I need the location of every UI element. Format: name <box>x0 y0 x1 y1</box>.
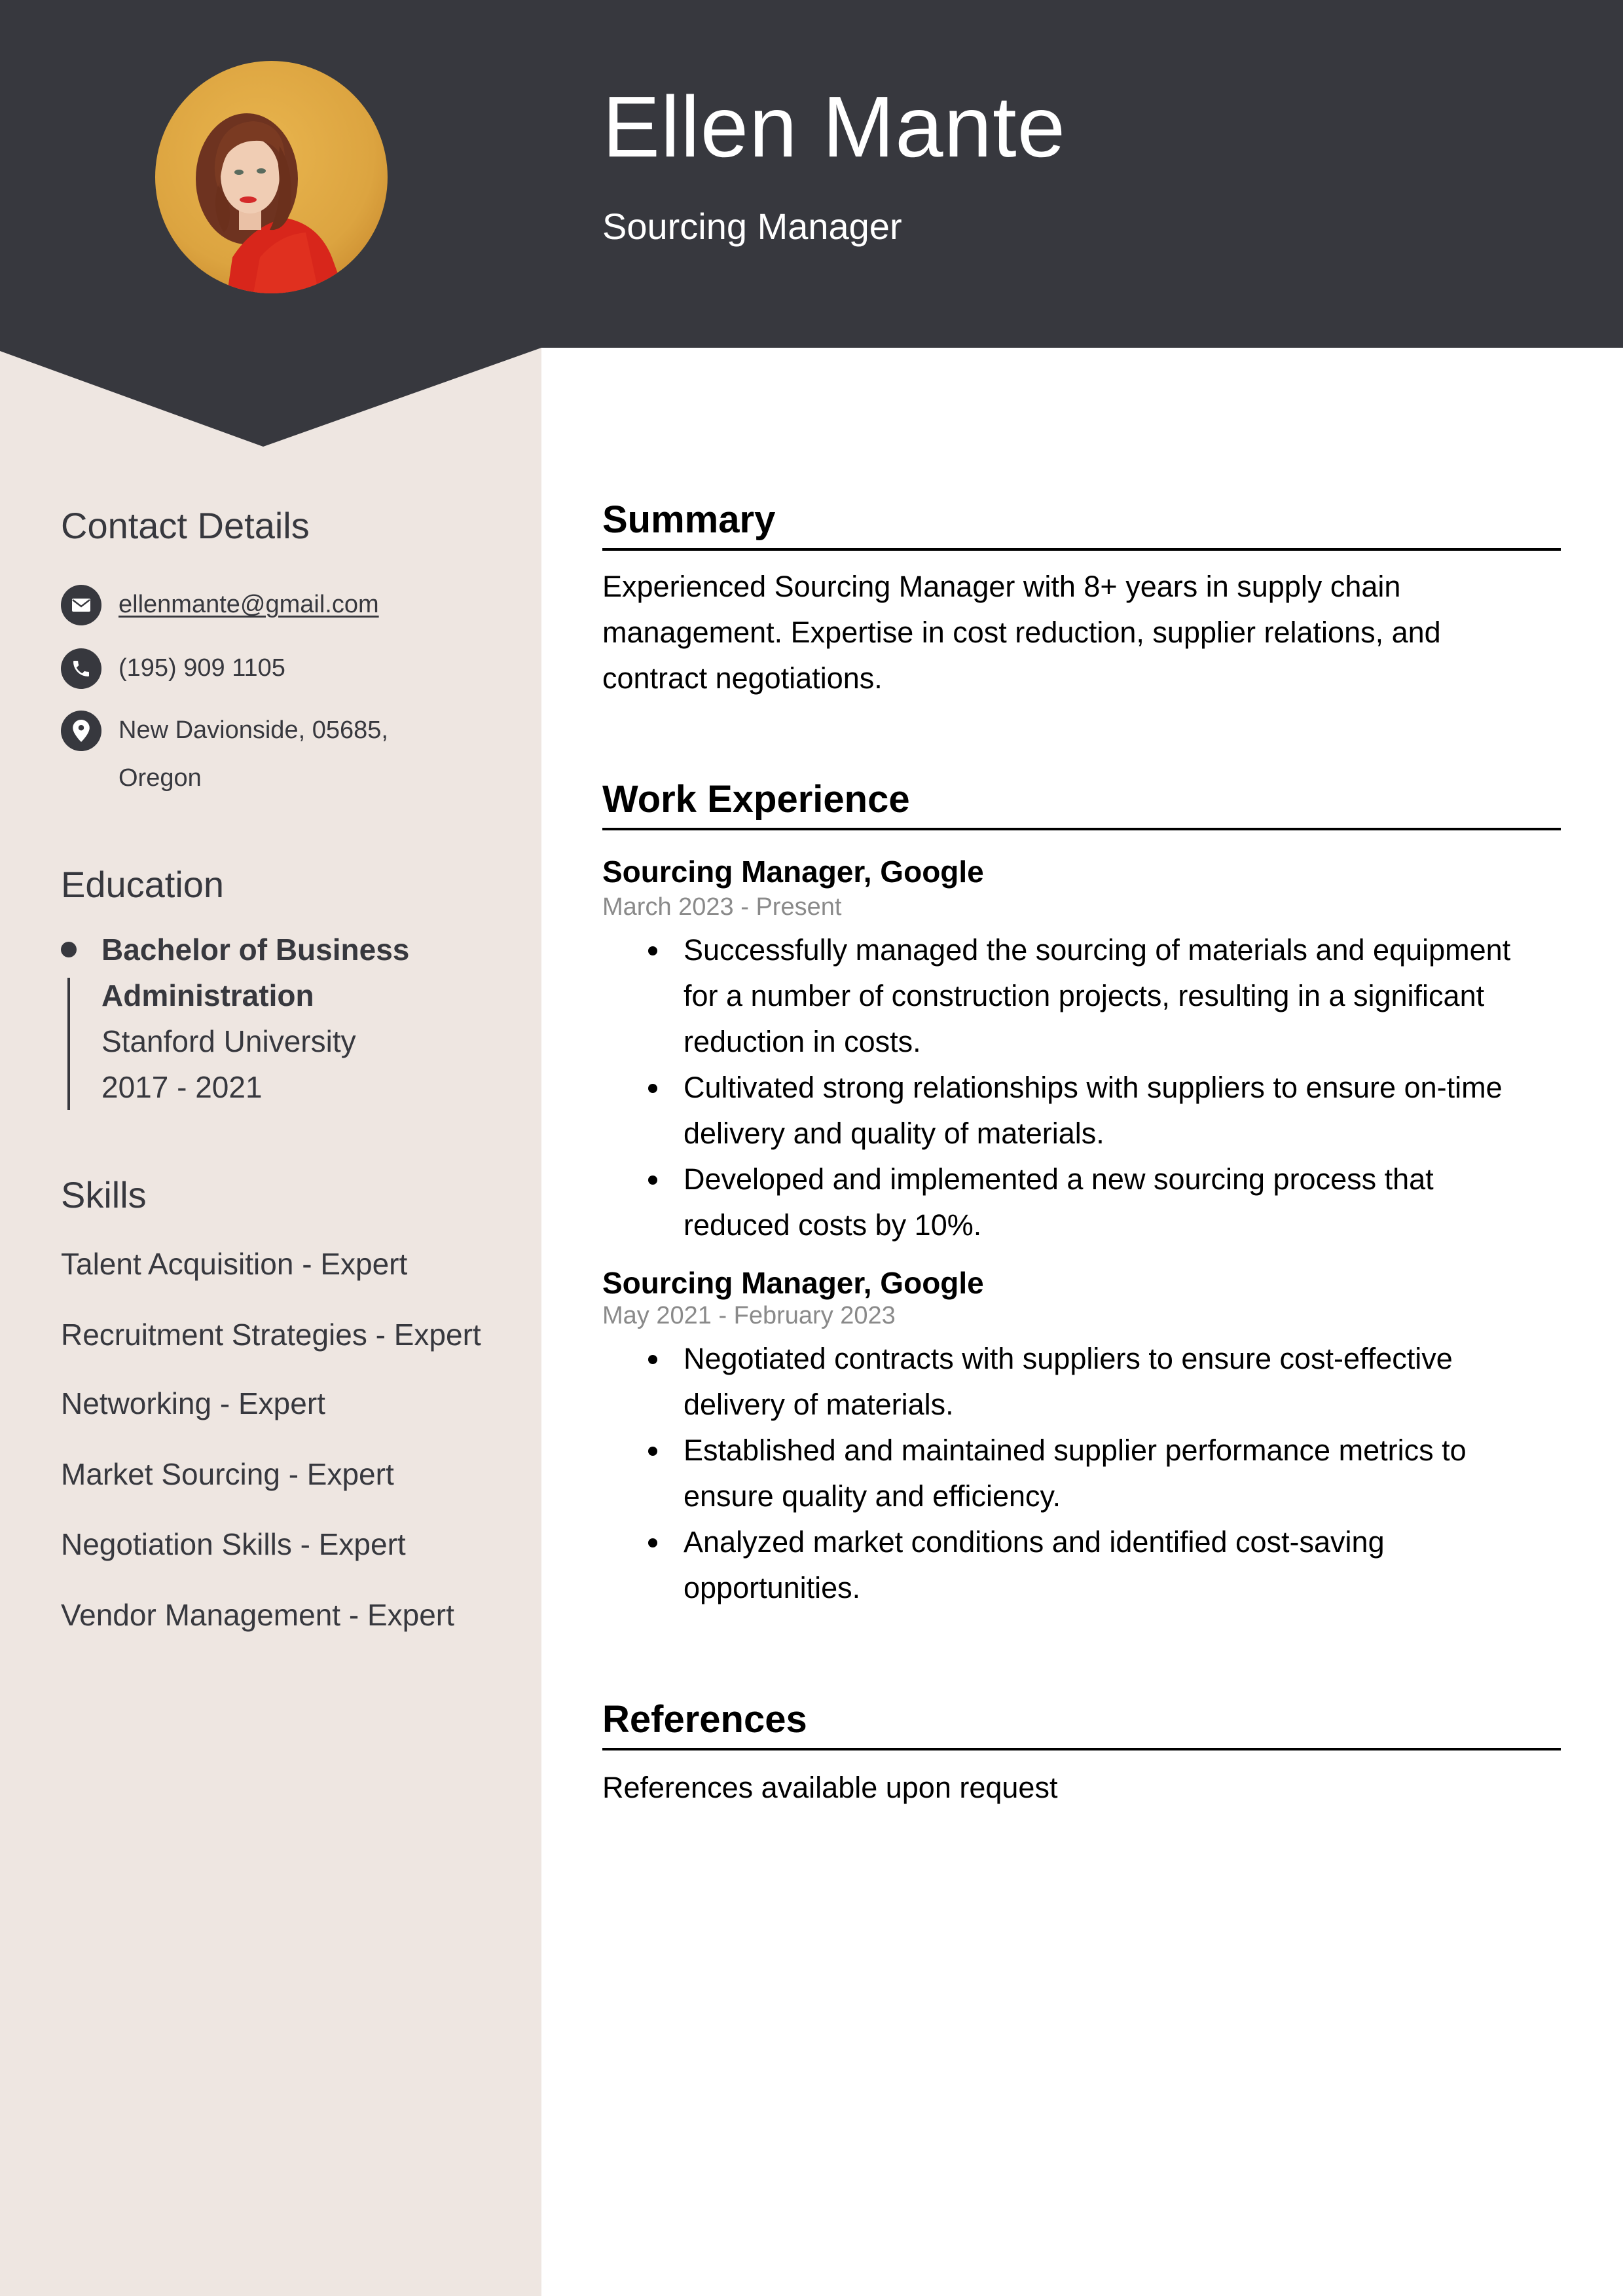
envelope-icon <box>61 585 101 625</box>
education-heading: Education <box>61 864 225 905</box>
school-name: Stanford University <box>101 1024 356 1058</box>
contact-email-row: ellenmante@gmail.com <box>61 585 379 629</box>
job-entry: Sourcing Manager, Google May 2021 - Febr… <box>602 1268 1561 1611</box>
summary-section: Summary Experienced Sourcing Manager wit… <box>602 501 1561 701</box>
contact-phone-row: (195) 909 1105 <box>61 648 285 692</box>
skill-item: Market Sourcing - Expert <box>61 1457 394 1491</box>
map-pin-icon <box>61 711 101 751</box>
job-dates: March 2023 - Present <box>602 893 842 921</box>
address-line-1: New Davionside, 05685, <box>119 716 388 744</box>
job-title: Sourcing Manager, Google <box>602 855 984 889</box>
job-bullet: Developed and implemented a new sourcing… <box>602 1157 1532 1248</box>
skill-item: Negotiation Skills - Expert <box>61 1527 406 1561</box>
education-years: 2017 - 2021 <box>101 1070 263 1104</box>
address: New Davionside, 05685, Oregon <box>119 707 388 802</box>
job-bullets: Negotiated contracts with suppliers to e… <box>602 1336 1532 1611</box>
header-chevron <box>0 341 541 447</box>
job-entry: Sourcing Manager, Google March 2023 - Pr… <box>602 857 1561 1248</box>
summary-text: Experienced Sourcing Manager with 8+ yea… <box>602 570 1441 695</box>
references-section: References References available upon req… <box>602 1701 1561 1811</box>
job-bullet: Negotiated contracts with suppliers to e… <box>602 1336 1532 1428</box>
degree-line-1: Bachelor of Business <box>101 933 410 967</box>
job-bullets: Successfully managed the sourcing of mat… <box>602 927 1532 1248</box>
work-experience-heading: Work Experience <box>602 781 1561 830</box>
profile-photo <box>155 61 388 293</box>
references-text: References available upon request <box>602 1771 1058 1804</box>
candidate-name: Ellen Mante <box>602 79 1067 175</box>
candidate-job-title: Sourcing Manager <box>602 206 902 247</box>
email-link[interactable]: ellenmante@gmail.com <box>119 581 379 629</box>
job-dates: May 2021 - February 2023 <box>602 1302 896 1329</box>
timeline-dot-icon <box>61 942 77 957</box>
job-bullet: Cultivated strong relationships with sup… <box>602 1065 1532 1157</box>
portrait-illustration <box>155 61 388 293</box>
degree-line-2: Administration <box>101 978 314 1012</box>
skills-heading: Skills <box>61 1174 147 1215</box>
phone-number: (195) 909 1105 <box>119 654 285 682</box>
summary-heading: Summary <box>602 501 1561 551</box>
skill-item: Recruitment Strategies - Expert <box>61 1318 481 1352</box>
contact-address-row: New Davionside, 05685, Oregon <box>61 711 388 802</box>
references-heading: References <box>602 1701 1561 1750</box>
work-experience-section: Work Experience Sourcing Manager, Google… <box>602 781 1561 1611</box>
address-line-2: Oregon <box>119 764 202 792</box>
job-bullet: Successfully managed the sourcing of mat… <box>602 927 1532 1065</box>
skill-item: Talent Acquisition - Expert <box>61 1247 408 1281</box>
contact-details-heading: Contact Details <box>61 505 310 546</box>
job-bullet: Established and maintained supplier perf… <box>602 1428 1532 1519</box>
timeline-line <box>67 978 70 1110</box>
education-details: Bachelor of Business Administration Stan… <box>101 927 520 1110</box>
skill-item: Vendor Management - Expert <box>61 1598 454 1632</box>
phone-icon <box>61 648 101 689</box>
job-bullet: Analyzed market conditions and identifie… <box>602 1519 1532 1611</box>
skill-item: Networking - Expert <box>61 1386 325 1420</box>
job-title: Sourcing Manager, Google <box>602 1266 984 1300</box>
